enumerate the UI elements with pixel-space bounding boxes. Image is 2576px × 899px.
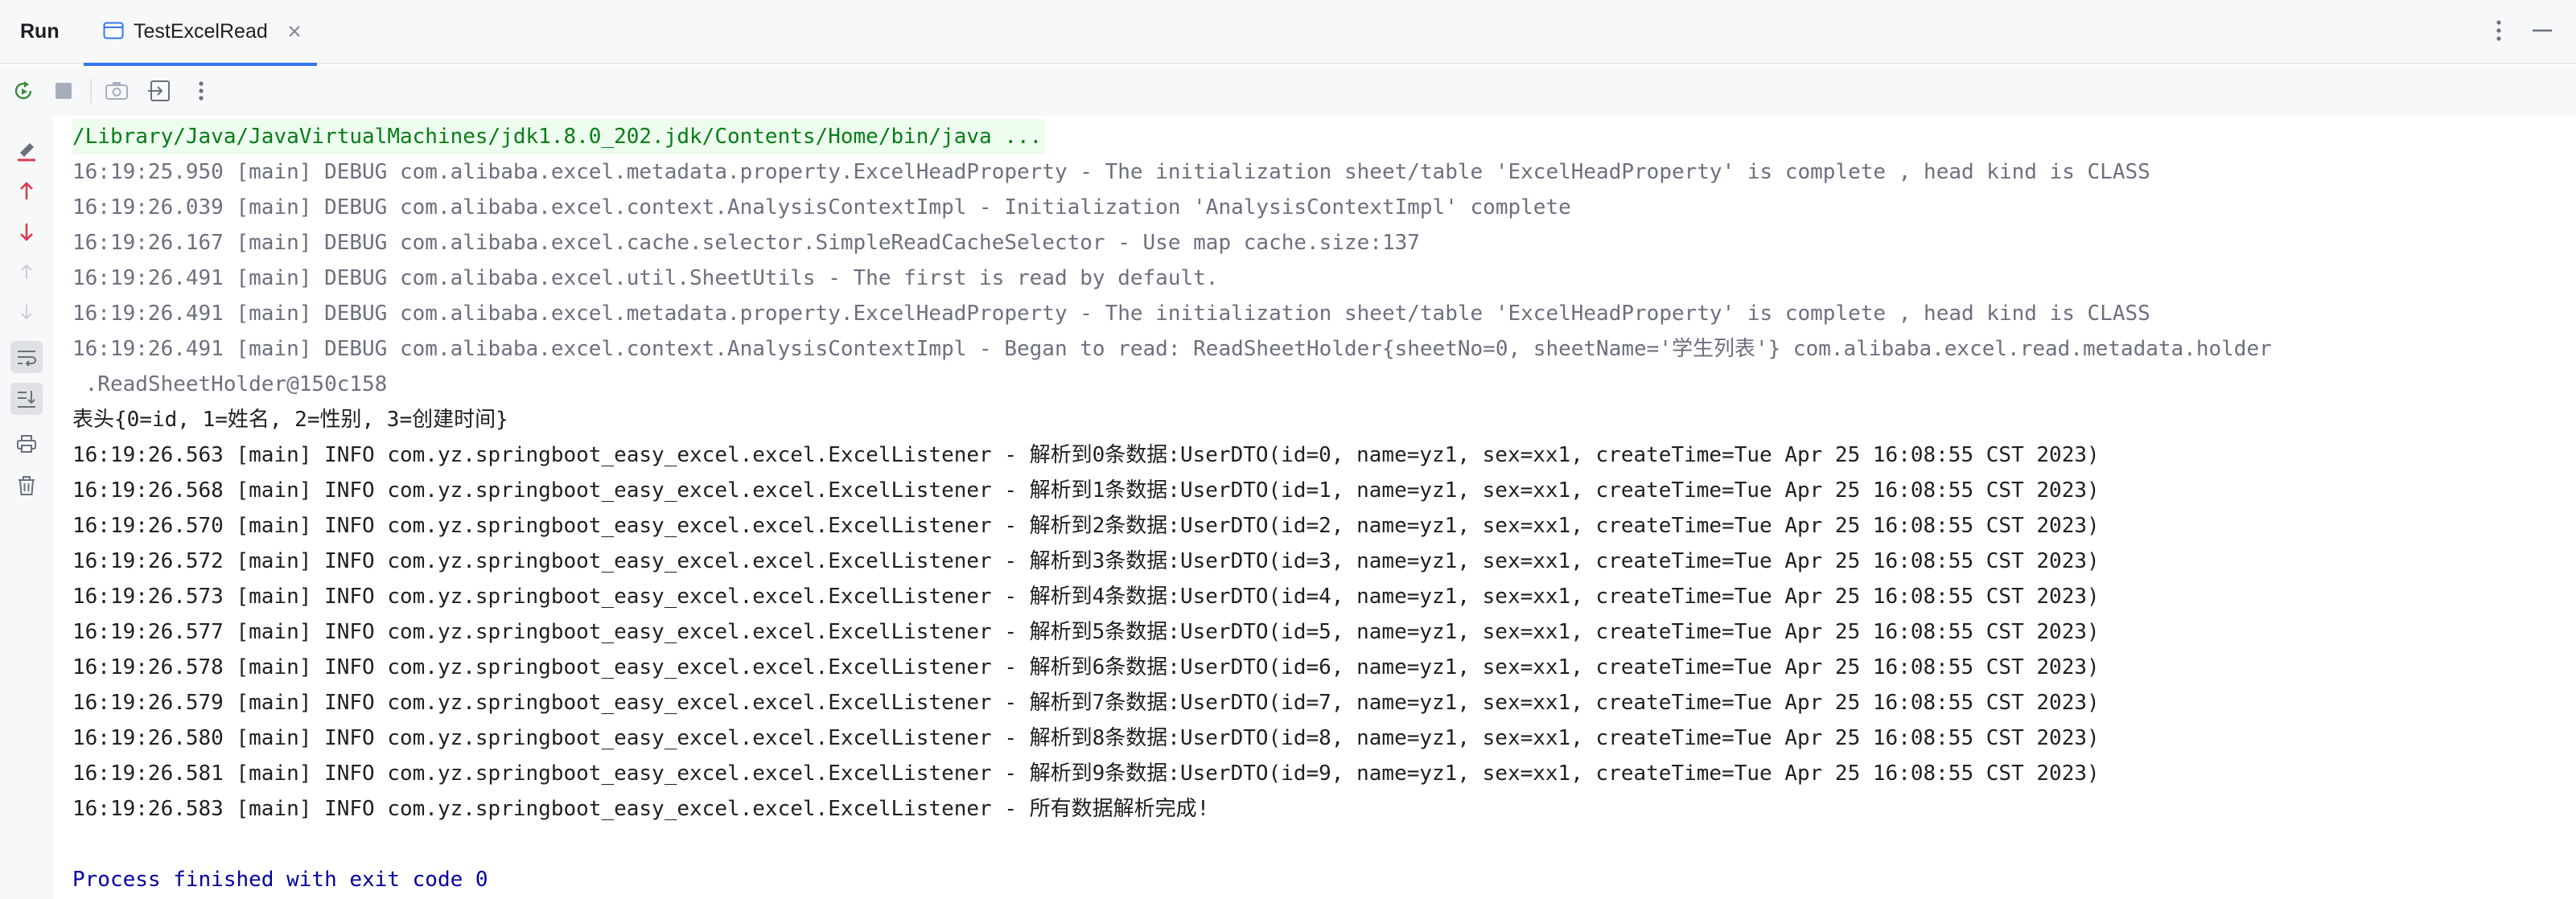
- stop-icon[interactable]: [50, 77, 77, 105]
- console-line: 16:19:26.577 [main] INFO com.yz.springbo…: [72, 620, 2100, 644]
- console-line: 16:19:26.568 [main] INFO com.yz.springbo…: [72, 478, 2100, 503]
- run-toolbar: [0, 66, 2576, 116]
- next-occurrence-button[interactable]: [10, 216, 43, 248]
- camera-icon[interactable]: [103, 77, 130, 105]
- console-line: .ReadSheetHolder@150c158: [72, 372, 388, 396]
- console-line: 16:19:26.572 [main] INFO com.yz.springbo…: [72, 549, 2100, 573]
- down-arrow-icon: [20, 224, 33, 241]
- console-line: 16:19:26.167 [main] DEBUG com.alibaba.ex…: [72, 231, 1420, 255]
- tab-test-excel-read[interactable]: TestExcelRead: [84, 0, 317, 66]
- scroll-to-end-icon: [18, 391, 35, 408]
- previous-occurrence-button[interactable]: [10, 175, 43, 207]
- console-line: 16:19:26.570 [main] INFO com.yz.springbo…: [72, 514, 2100, 538]
- exit-icon[interactable]: [146, 77, 174, 105]
- print-icon: [17, 435, 36, 453]
- down-arrow-disabled-icon: [21, 305, 32, 320]
- console-line: 16:19:26.491 [main] DEBUG com.alibaba.ex…: [72, 302, 2150, 326]
- console-line-exit-status: Process finished with exit code 0: [72, 868, 488, 892]
- trash-icon: [19, 476, 35, 495]
- console-line: 16:19:26.491 [main] DEBUG com.alibaba.ex…: [72, 266, 1219, 290]
- console-line: 16:19:26.583 [main] INFO com.yz.springbo…: [72, 797, 1210, 821]
- up-arrow-disabled-icon: [21, 264, 32, 279]
- scroll-up-button[interactable]: [10, 256, 43, 288]
- toolbar-separator: [90, 79, 92, 103]
- rerun-icon[interactable]: [10, 77, 37, 105]
- console-side-toolbar: [0, 116, 53, 899]
- console-line: 16:19:26.580 [main] INFO com.yz.springbo…: [72, 726, 2100, 750]
- tool-window-header: Run TestExcelRead: [0, 0, 2576, 66]
- console-line-command: /Library/Java/JavaVirtualMachines/jdk1.8…: [72, 119, 1046, 154]
- soft-wrap-toggle[interactable]: [10, 341, 43, 373]
- clear-icon: [18, 143, 35, 162]
- console-line: 16:19:26.578 [main] INFO com.yz.springbo…: [72, 655, 2100, 679]
- console-line: 16:19:26.039 [main] DEBUG com.alibaba.ex…: [72, 195, 1571, 220]
- up-arrow-icon: [20, 182, 33, 199]
- close-icon[interactable]: [285, 22, 304, 41]
- scroll-to-end-toggle[interactable]: [10, 383, 43, 415]
- more-vertical-icon[interactable]: [2486, 16, 2512, 45]
- soft-wrap-icon: [18, 351, 36, 367]
- run-panel-label: Run: [20, 20, 60, 43]
- console-line: 16:19:26.579 [main] INFO com.yz.springbo…: [72, 691, 2100, 715]
- run-config-icon: [103, 22, 124, 39]
- console-output[interactable]: /Library/Java/JavaVirtualMachines/jdk1.8…: [53, 116, 2576, 899]
- console-line: 16:19:26.573 [main] INFO com.yz.springbo…: [72, 585, 2100, 609]
- console-line: 16:19:26.491 [main] DEBUG com.alibaba.ex…: [72, 337, 2272, 361]
- console-line: 16:19:26.581 [main] INFO com.yz.springbo…: [72, 761, 2100, 786]
- console-line: 16:19:26.563 [main] INFO com.yz.springbo…: [72, 443, 2100, 467]
- clear-button[interactable]: [10, 135, 43, 167]
- console-line: 16:19:25.950 [main] DEBUG com.alibaba.ex…: [72, 160, 2150, 184]
- minimize-icon[interactable]: [2528, 16, 2557, 45]
- console-line: 表头{0=id, 1=姓名, 2=性别, 3=创建时间}: [72, 408, 508, 432]
- more-vertical-icon[interactable]: [187, 77, 215, 105]
- scroll-down-button[interactable]: [10, 296, 43, 328]
- clear-all-button[interactable]: [10, 470, 43, 502]
- tab-title: TestExcelRead: [134, 20, 268, 43]
- print-button[interactable]: [10, 428, 43, 460]
